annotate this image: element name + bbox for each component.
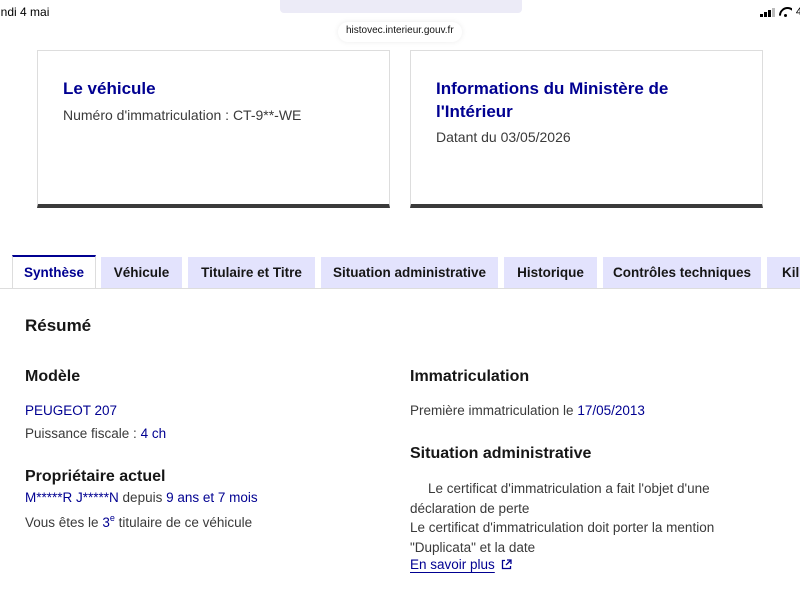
admin-situation-loss: Le certificat d'immatriculation a fait l… (410, 481, 710, 516)
wifi-icon (779, 7, 792, 17)
signal-icon (759, 7, 775, 17)
admin-situation-text: Le certificat d'immatriculation a fait l… (410, 479, 760, 557)
status-bar: undi 4 mai 4 (0, 0, 800, 24)
learn-more-link[interactable]: En savoir plus (410, 557, 512, 572)
url-bar[interactable]: histovec.interieur.gouv.fr (338, 22, 462, 42)
model-name: PEUGEOT 207 (25, 403, 118, 418)
summary-title: Résumé (25, 316, 92, 335)
owner-since-label: depuis (118, 490, 167, 505)
fiscal-power-value: 4 ch (140, 426, 167, 441)
owner-name: M*****R J*****N (25, 490, 119, 505)
fiscal-power: Puissance fiscale : 4 ch (25, 424, 166, 444)
fiscal-power-label: Puissance fiscale : (25, 426, 141, 441)
tab-synthese[interactable]: Synthèse (12, 255, 96, 288)
owner-rank-number: 3 (102, 515, 110, 530)
first-registration-label: Première immatriculation le (410, 403, 578, 418)
external-link-icon (501, 559, 512, 570)
tabs-divider (0, 288, 800, 289)
tab-historique[interactable]: Historique (504, 257, 597, 288)
owner-heading: Propriétaire actuel (25, 468, 166, 485)
status-time: undi 4 mai (0, 5, 50, 19)
tab-vehicule[interactable]: Véhicule (101, 257, 182, 288)
admin-situation-heading: Situation administrative (410, 445, 592, 462)
ministry-card: Informations du Ministère de l'Intérieur… (410, 50, 763, 208)
ministry-date: Datant du 03/05/2026 (436, 129, 571, 145)
owner-line: M*****R J*****N depuis 9 ans et 7 mois (25, 488, 258, 508)
ministry-card-title: Informations du Ministère de l'Intérieur (436, 79, 669, 121)
first-registration-date: 17/05/2013 (577, 403, 645, 418)
tab-situation-administrative[interactable]: Situation administrative (321, 257, 498, 288)
admin-situation-duplicata: Le certificat d'immatriculation doit por… (410, 520, 715, 555)
first-registration: Première immatriculation le 17/05/2013 (410, 401, 645, 421)
model-heading: Modèle (25, 368, 81, 385)
tab-titulaire-et-titre[interactable]: Titulaire et Titre (188, 257, 315, 288)
registration-heading: Immatriculation (410, 368, 530, 385)
browser-top-pill (280, 0, 522, 13)
tab-kilometrage[interactable]: Kil (767, 257, 800, 288)
learn-more-label: En savoir plus (410, 557, 495, 572)
registration-number: Numéro d'immatriculation : CT-9**-WE (63, 107, 302, 123)
tab-controles-techniques[interactable]: Contrôles techniques (603, 257, 761, 288)
vehicle-card-title: Le véhicule (63, 79, 156, 98)
owner-rank-prefix: Vous êtes le (25, 515, 103, 530)
owner-duration: 9 ans et 7 mois (166, 490, 258, 505)
vehicle-card: Le véhicule Numéro d'immatriculation : C… (37, 50, 390, 208)
owner-rank: Vous êtes le 3e titulaire de ce véhicule (25, 508, 252, 533)
status-icons: 4 (759, 6, 800, 18)
battery-level: 4 (795, 6, 800, 18)
owner-rank-suffix: titulaire de ce véhicule (114, 515, 253, 530)
